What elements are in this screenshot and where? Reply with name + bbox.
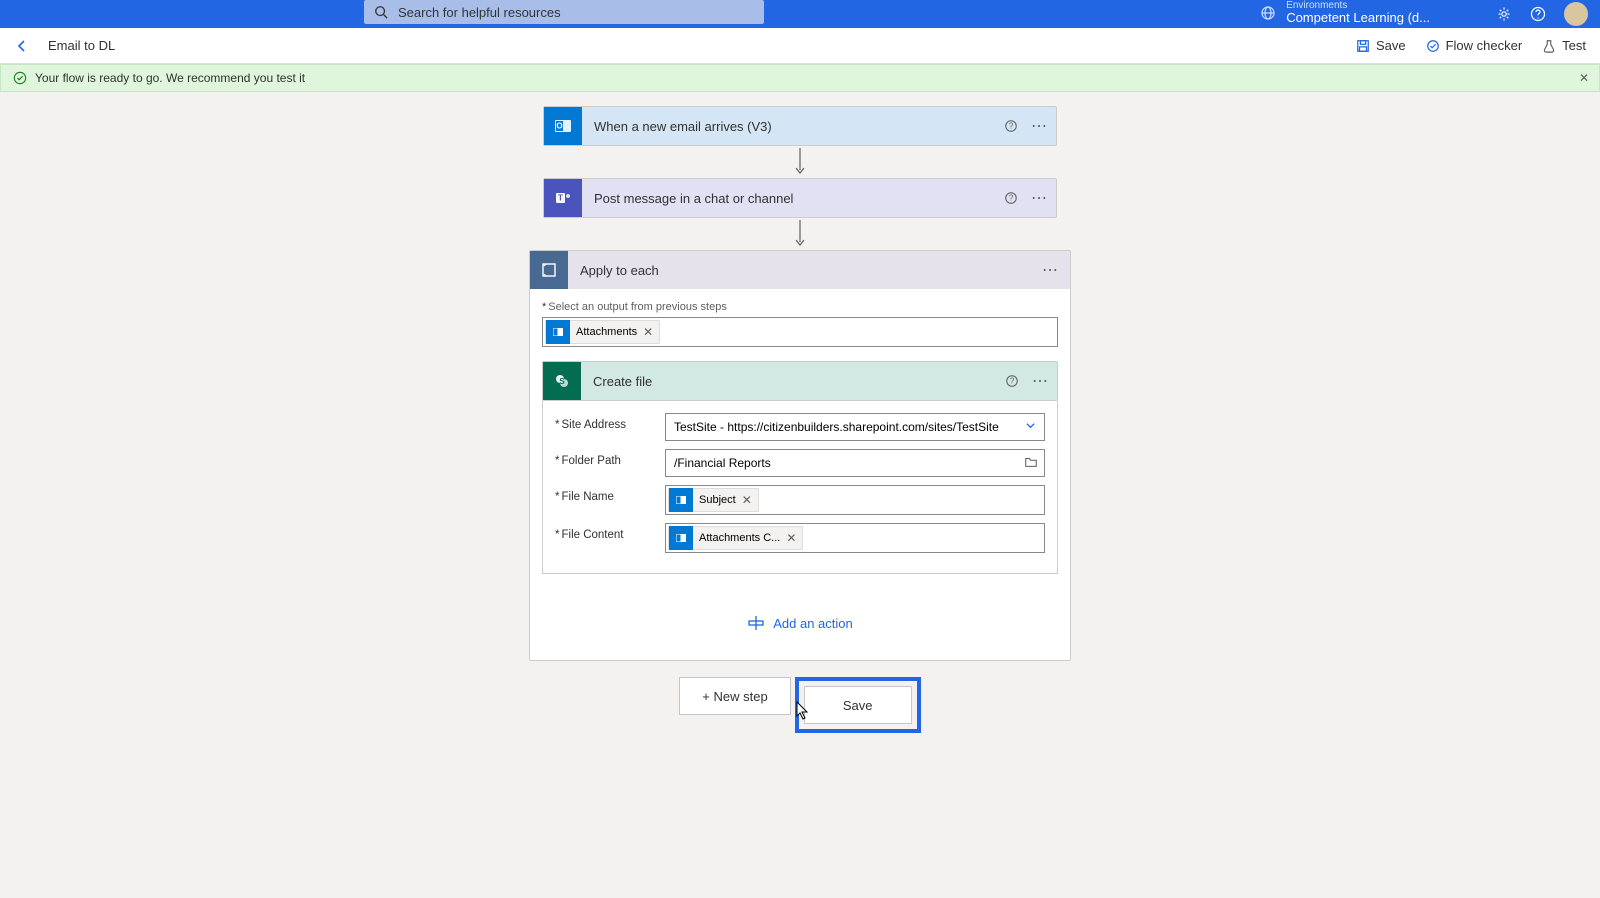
token-attachments[interactable]: Attachments ✕ — [545, 320, 660, 344]
flow-toolbar: Email to DL Save Flow checker Test — [0, 28, 1600, 64]
outlook-token-icon — [546, 320, 570, 344]
save-button-highlight: Save — [795, 677, 921, 733]
token-attachments-content[interactable]: Attachments C... ✕ — [668, 526, 803, 550]
add-action-icon — [747, 614, 765, 632]
footer-buttons: + New step Save — [529, 677, 1071, 733]
site-address-select[interactable]: TestSite - https://citizenbuilders.share… — [665, 413, 1045, 441]
outlook-token-icon — [669, 526, 693, 550]
teams-title: Post message in a chat or channel — [582, 179, 1002, 217]
help-icon[interactable]: ? — [1003, 372, 1021, 390]
toolbar-test[interactable]: Test — [1542, 38, 1586, 53]
file-content-input[interactable]: Attachments C... ✕ — [665, 523, 1045, 553]
back-button[interactable]: Email to DL — [14, 38, 115, 54]
svg-text:S: S — [559, 377, 565, 386]
test-icon — [1542, 39, 1556, 53]
more-icon[interactable]: ⋯ — [1031, 372, 1049, 390]
sharepoint-icon: S — [543, 362, 581, 400]
app-header: Search for helpful resources Environment… — [0, 0, 1600, 28]
search-placeholder: Search for helpful resources — [398, 5, 561, 20]
environment-picker[interactable]: Environments Competent Learning (d... — [1260, 0, 1430, 25]
folder-path-label: Folder Path — [555, 449, 665, 467]
help-icon[interactable]: ? — [1002, 189, 1020, 207]
create-file-card[interactable]: S Create file ? ⋯ — [542, 361, 1058, 401]
apply-title: Apply to each — [568, 263, 1042, 278]
more-icon[interactable]: ⋯ — [1030, 117, 1048, 135]
svg-text:T: T — [558, 194, 563, 203]
search-icon — [374, 5, 388, 19]
svg-text:?: ? — [1009, 194, 1014, 203]
site-address-label: Site Address — [555, 413, 665, 431]
ready-notification: Your flow is ready to go. We recommend y… — [0, 64, 1600, 92]
close-icon[interactable]: ✕ — [1579, 71, 1589, 85]
trigger-title: When a new email arrives (V3) — [582, 107, 1002, 145]
help-icon[interactable] — [1530, 6, 1546, 22]
apply-input[interactable]: Attachments ✕ — [542, 317, 1058, 347]
apply-to-each-container: Apply to each ⋯ Select an output from pr… — [529, 250, 1071, 661]
avatar[interactable] — [1564, 2, 1588, 26]
apply-input-label: Select an output from previous steps — [542, 301, 1058, 313]
outlook-icon: O — [544, 107, 582, 145]
more-icon[interactable]: ⋯ — [1030, 189, 1048, 207]
flow-title: Email to DL — [48, 38, 115, 53]
new-step-button[interactable]: + New step — [679, 677, 790, 715]
environment-name: Competent Learning (d... — [1286, 11, 1430, 25]
success-icon — [13, 71, 27, 85]
search-input[interactable]: Search for helpful resources — [364, 0, 764, 24]
remove-token-icon[interactable]: ✕ — [786, 531, 796, 545]
save-button[interactable]: Save — [804, 686, 912, 724]
environment-icon — [1260, 5, 1276, 21]
trigger-card[interactable]: O When a new email arrives (V3) ? ⋯ — [543, 106, 1057, 146]
file-content-label: File Content — [555, 523, 665, 541]
file-name-input[interactable]: Subject ✕ — [665, 485, 1045, 515]
add-action-button[interactable]: Add an action — [542, 614, 1058, 632]
apply-to-each-header[interactable]: Apply to each ⋯ — [530, 251, 1070, 289]
outlook-token-icon — [669, 488, 693, 512]
back-arrow-icon — [14, 38, 30, 54]
notification-text: Your flow is ready to go. We recommend y… — [35, 71, 305, 85]
gear-icon[interactable] — [1496, 6, 1512, 22]
svg-text:?: ? — [1010, 377, 1015, 386]
remove-token-icon[interactable]: ✕ — [643, 325, 653, 339]
flow-canvas: O When a new email arrives (V3) ? ⋯ T Po… — [0, 92, 1600, 733]
teams-icon: T — [544, 179, 582, 217]
create-file-title: Create file — [581, 362, 1003, 400]
connector-arrow — [543, 146, 1057, 178]
help-icon[interactable]: ? — [1002, 117, 1020, 135]
svg-text:O: O — [556, 122, 562, 131]
toolbar-flow-checker[interactable]: Flow checker — [1426, 38, 1523, 53]
loop-icon — [530, 251, 568, 289]
toolbar-save[interactable]: Save — [1356, 38, 1406, 53]
svg-text:?: ? — [1009, 122, 1014, 131]
more-icon[interactable]: ⋯ — [1042, 260, 1070, 280]
flow-checker-icon — [1426, 39, 1440, 53]
connector-arrow — [543, 218, 1057, 250]
file-name-label: File Name — [555, 485, 665, 503]
teams-action-card[interactable]: T Post message in a chat or channel ? ⋯ — [543, 178, 1057, 218]
save-icon — [1356, 39, 1370, 53]
folder-browse-icon[interactable] — [1024, 455, 1038, 472]
remove-token-icon[interactable]: ✕ — [742, 493, 752, 507]
folder-path-input[interactable]: /Financial Reports — [665, 449, 1045, 477]
token-subject[interactable]: Subject ✕ — [668, 488, 759, 512]
chevron-down-icon — [1025, 420, 1036, 434]
